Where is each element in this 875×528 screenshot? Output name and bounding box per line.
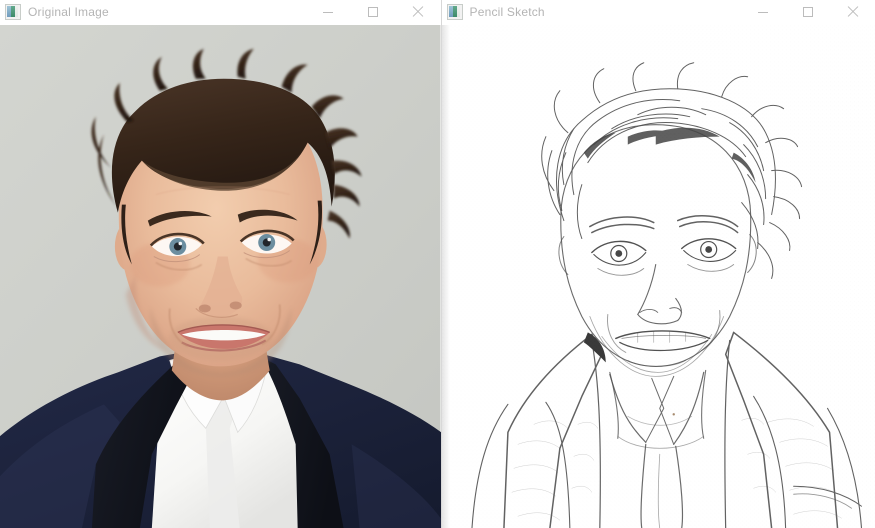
- window-original-image[interactable]: Original Image: [0, 0, 441, 528]
- titlebar-pencil-sketch[interactable]: Pencil Sketch: [441, 0, 875, 25]
- image-window-icon: [5, 4, 21, 20]
- original-photo: [0, 25, 441, 528]
- close-icon: [847, 6, 859, 18]
- pencil-sketch-image: [441, 25, 875, 528]
- minimize-icon: [757, 11, 768, 13]
- paper-grain: [441, 25, 875, 528]
- minimize-button[interactable]: [306, 0, 351, 24]
- window-pencil-sketch[interactable]: Pencil Sketch: [440, 0, 875, 528]
- image-window-icon: [446, 4, 463, 20]
- window-title-original-image: Original Image: [28, 5, 109, 19]
- image-canvas-original: [0, 25, 441, 528]
- window-title-pencil-sketch: Pencil Sketch: [469, 5, 545, 19]
- window-controls-pencil-sketch: [740, 0, 875, 24]
- nostril-right: [229, 301, 242, 310]
- close-icon: [412, 6, 424, 18]
- maximize-icon: [368, 7, 378, 17]
- maximize-button[interactable]: [351, 0, 396, 24]
- desktop: Original Image Pencil Sketch: [0, 0, 875, 528]
- window-controls-original-image: [306, 0, 441, 24]
- minimize-icon: [323, 11, 333, 13]
- image-canvas-sketch: [441, 25, 875, 528]
- maximize-button[interactable]: [785, 0, 830, 24]
- close-button[interactable]: [830, 0, 875, 24]
- close-button[interactable]: [396, 0, 441, 24]
- titlebar-original-image[interactable]: Original Image: [0, 0, 441, 25]
- maximize-icon: [802, 7, 813, 17]
- nostril-left: [198, 304, 211, 313]
- minimize-button[interactable]: [740, 0, 785, 24]
